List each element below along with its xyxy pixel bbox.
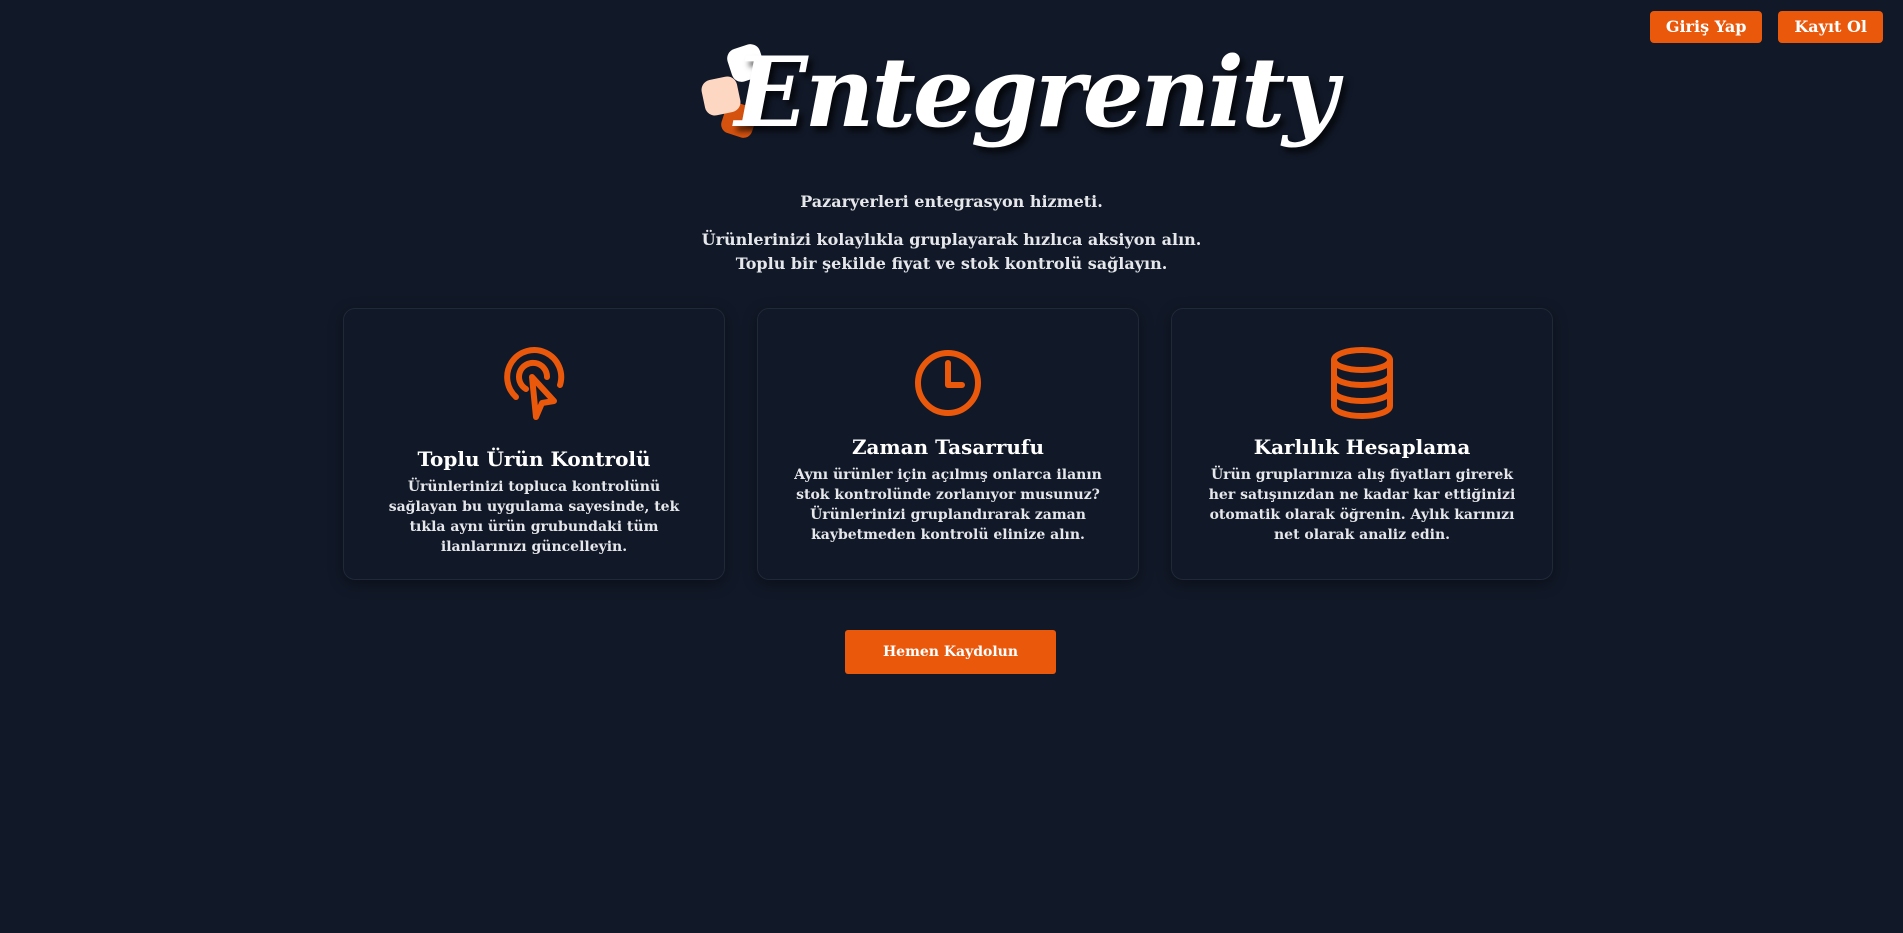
hero-section: Entegrenity Pazaryerleri entegrasyon hiz… — [0, 36, 1903, 276]
hero-tagline: Pazaryerleri entegrasyon hizmeti. — [800, 192, 1103, 211]
signup-cta-button[interactable]: Hemen Kaydolun — [845, 630, 1056, 674]
feature-title: Zaman Tasarrufu — [851, 435, 1045, 459]
feature-card-bulk-control: Toplu Ürün Kontrolü Ürünlerinizi topluca… — [343, 308, 725, 580]
register-button[interactable]: Kayıt Ol — [1778, 11, 1883, 43]
feature-card-time-saving: Zaman Tasarrufu Aynı ürünler için açılmı… — [757, 308, 1139, 580]
feature-text: Ürün gruplarınıza alış fiyatları girerek… — [1208, 467, 1516, 543]
cursor-click-icon — [498, 347, 570, 423]
hero-description: Ürünlerinizi kolaylıkla gruplayarak hızl… — [701, 230, 1202, 273]
feature-cards: Toplu Ürün Kontrolü Ürünlerinizi topluca… — [343, 308, 1553, 580]
landing-page: Giriş Yap Kayıt Ol Entegrenity Pazaryerl… — [0, 0, 1903, 933]
login-button[interactable]: Giriş Yap — [1649, 11, 1763, 43]
feature-card-profitability: Karlılık Hesaplama Ürün gruplarınıza alı… — [1171, 308, 1553, 580]
brand-logo: Entegrenity — [697, 36, 1338, 167]
feature-title: Toplu Ürün Kontrolü — [417, 447, 651, 471]
brand-name: Entegrenity — [734, 36, 1339, 149]
feature-title: Karlılık Hesaplama — [1253, 435, 1471, 459]
database-icon — [1326, 347, 1398, 419]
feature-text: Ürünlerinizi topluca kontrolünü sağlayan… — [388, 479, 680, 555]
top-nav: Giriş Yap Kayıt Ol — [1649, 11, 1883, 43]
clock-icon — [912, 347, 984, 419]
feature-text: Aynı ürünler için açılmış onlarca ilanın… — [794, 467, 1102, 543]
